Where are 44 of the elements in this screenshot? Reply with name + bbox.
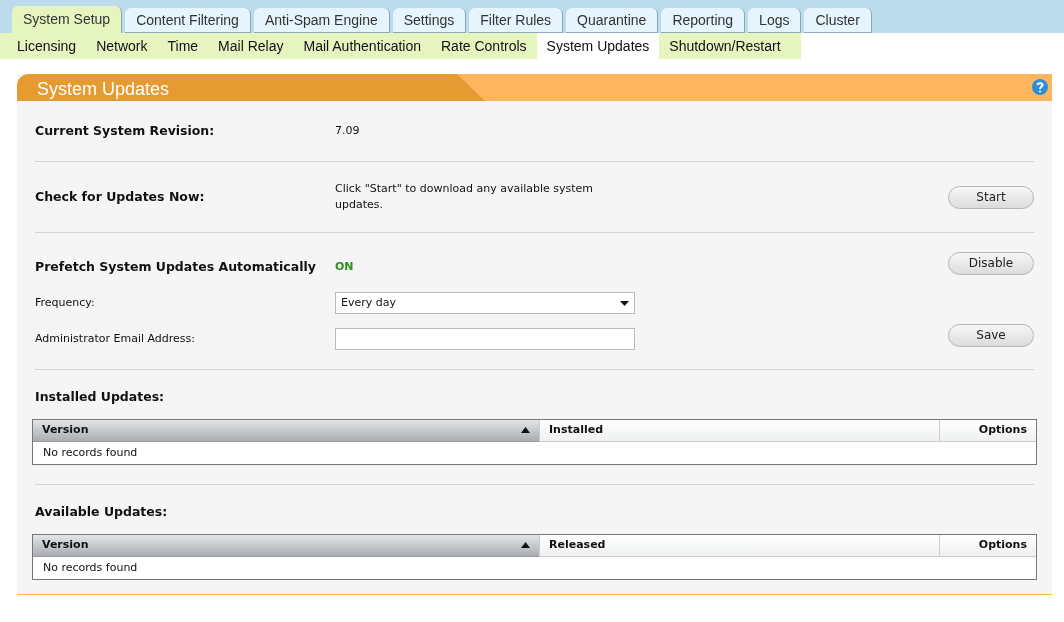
sort-ascending-icon [521,542,530,548]
main-tab[interactable]: Quarantine [566,8,659,33]
sub-tab[interactable]: Network [86,33,158,59]
section-title: Installed Updates: [35,388,166,406]
column-header[interactable]: Options [939,419,1036,442]
help-icon[interactable] [1032,79,1048,95]
email-field[interactable] [335,328,635,350]
main-tab[interactable]: Content Filtering [125,8,251,33]
field-label: Administrator Email Address: [35,330,196,347]
sort-ascending-icon [521,427,530,434]
start-button[interactable]: Start [948,185,1034,209]
sub-tab[interactable]: Time [157,33,209,59]
column-header[interactable]: Options [939,534,1036,557]
main-tab[interactable]: Settings [392,8,467,33]
description-text: Click "Start" to download any available system updates. [335,180,595,213]
sub-tab[interactable]: Mail Authentication [293,33,431,59]
column-header[interactable]: Installed [539,419,939,442]
status-text: ON [335,258,354,275]
disable-button[interactable]: Disable [948,251,1034,275]
dropdown-caret-icon [620,300,629,306]
sub-tab[interactable]: Shutdown/Restart [659,33,801,59]
main-tab[interactable]: Reporting [661,8,746,33]
sub-tab[interactable]: Rate Controls [431,33,537,59]
main-tab[interactable]: Anti-Spam Engine [253,8,390,33]
main-tab[interactable]: System Setup [12,6,123,33]
column-header[interactable]: Version [33,419,539,442]
section-title: Available Updates: [35,502,169,521]
main-tab[interactable]: Logs [748,8,802,33]
sub-tab[interactable]: Licensing [0,33,87,59]
main-tab[interactable]: Filter Rules [469,8,564,33]
field-label: Frequency: [35,294,96,311]
empty-table-message: No records found [42,559,139,576]
field-value: 7.09 [335,122,360,139]
column-header[interactable]: Version [33,534,539,557]
column-header[interactable]: Released [539,534,939,557]
main-tab[interactable]: Cluster [804,8,872,33]
panel-title: System Updates [36,78,170,101]
frequency-dropdown[interactable]: Every day [335,292,635,314]
empty-table-message: No records found [42,444,139,461]
field-label: Current System Revision: [35,121,216,140]
sub-tab[interactable]: Mail Relay [208,33,294,59]
field-label: Check for Updates Now: [35,187,206,206]
save-button[interactable]: Save [948,323,1034,347]
field-label: Prefetch System Updates Automatically [35,257,317,276]
